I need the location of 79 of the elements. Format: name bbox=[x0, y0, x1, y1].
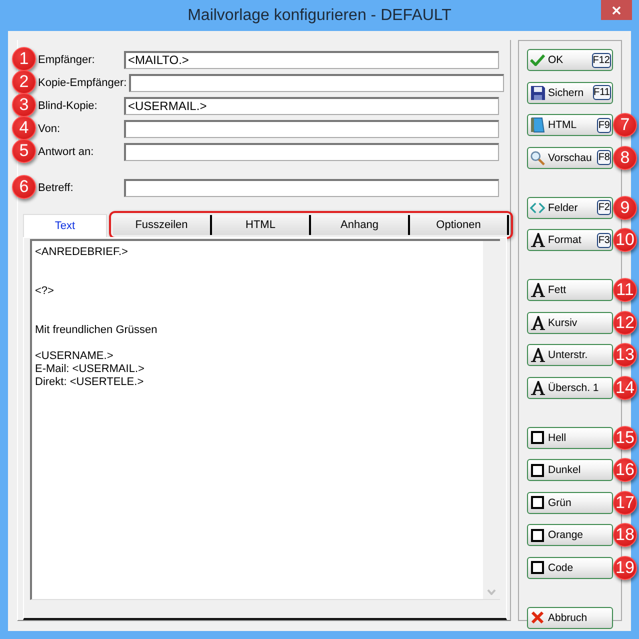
field-label: Antwort an: bbox=[38, 146, 95, 158]
toolbar-button[interactable]: Felder F2 bbox=[527, 196, 613, 218]
text-editor[interactable]: <ANREDEBRIEF.> <?> Mit freundlichen Grüssen <USERNAME.> E-Mail: <USERMAIL.> Direkt: <USERTELE.> bbox=[30, 239, 500, 600]
number-badge: 3 bbox=[12, 93, 36, 117]
input-field[interactable]: <MAILTO.> bbox=[124, 50, 499, 68]
tab[interactable]: Anhang bbox=[311, 215, 410, 235]
shortcut-key: F11 bbox=[592, 85, 611, 100]
input-field[interactable] bbox=[128, 74, 504, 92]
toolbar-button[interactable]: Sichern F11 bbox=[527, 82, 613, 104]
input-field[interactable] bbox=[124, 142, 499, 160]
toolbar-button[interactable]: HTML F9 bbox=[527, 114, 613, 136]
number-badge: 6 bbox=[12, 175, 36, 199]
number-badge: 19 bbox=[613, 556, 637, 580]
font-icon bbox=[530, 380, 544, 394]
number-badge: 12 bbox=[613, 310, 637, 334]
number-badge: 9 bbox=[613, 196, 637, 220]
square-icon bbox=[531, 528, 544, 542]
close-button[interactable] bbox=[601, 0, 632, 20]
font-icon bbox=[530, 283, 544, 297]
number-badge: 15 bbox=[613, 426, 637, 450]
number-badge: 1 bbox=[12, 47, 36, 71]
close-icon bbox=[612, 6, 621, 14]
input-field[interactable] bbox=[124, 178, 499, 196]
toolbar-button[interactable]: Abbruch bbox=[527, 606, 613, 628]
number-badge: 14 bbox=[613, 376, 637, 400]
toolbar-button[interactable]: Kursiv bbox=[527, 312, 613, 334]
number-badge: 17 bbox=[613, 490, 637, 514]
toolbar-button[interactable]: OK F12 bbox=[527, 49, 613, 71]
shortcut-key: F12 bbox=[592, 52, 611, 68]
tab[interactable]: HTML bbox=[212, 215, 311, 235]
number-badge: 13 bbox=[613, 343, 637, 367]
tab[interactable]: Optionen bbox=[410, 215, 509, 235]
input-field[interactable]: <USERMAIL.> bbox=[124, 96, 499, 114]
shortcut-key: F9 bbox=[597, 118, 611, 132]
square-icon bbox=[531, 464, 544, 476]
message-body: <ANREDEBRIEF.> <?> Mit freundlichen Grüssen <USERNAME.> E-Mail: <USERMAIL.> Direkt: <USERTELE.> bbox=[34, 245, 158, 390]
field-label: Betreff: bbox=[38, 182, 74, 194]
number-badge: 2 bbox=[12, 70, 36, 94]
scroll-down-icon bbox=[487, 589, 496, 595]
toolbar-button[interactable]: Hell bbox=[527, 426, 613, 448]
toolbar-button[interactable]: Dunkel bbox=[527, 459, 613, 481]
toolbar-button[interactable]: Vorschau F8 bbox=[527, 146, 613, 168]
field-label: Empfänger: bbox=[38, 54, 96, 66]
toolbar-button[interactable]: Übersch. 1 bbox=[527, 376, 613, 398]
magnifier-icon bbox=[530, 150, 545, 166]
number-badge: 5 bbox=[12, 139, 36, 163]
number-badge: 18 bbox=[613, 523, 637, 547]
number-badge: 7 bbox=[613, 113, 637, 137]
field-label: Blind-Kopie: bbox=[38, 100, 98, 112]
square-icon bbox=[531, 561, 544, 574]
tab[interactable]: Fusszeilen bbox=[113, 215, 212, 235]
notebook-icon bbox=[530, 117, 544, 133]
number-badge: 11 bbox=[613, 278, 637, 302]
shortcut-key: F2 bbox=[597, 200, 611, 215]
check-icon bbox=[530, 54, 545, 66]
field-label: Von: bbox=[38, 122, 62, 134]
angle-brackets-icon bbox=[530, 202, 545, 214]
number-badge: 10 bbox=[613, 228, 637, 252]
toolbar-button[interactable]: Code bbox=[527, 556, 613, 578]
field-label: Kopie-Empfänger: bbox=[38, 76, 127, 88]
shortcut-key: F8 bbox=[597, 150, 611, 165]
square-icon bbox=[531, 496, 544, 509]
number-badge: 4 bbox=[12, 116, 36, 140]
window-title: Mailvorlage konfigurieren - DEFAULT bbox=[186, 6, 452, 26]
font-icon bbox=[530, 316, 544, 330]
font-icon bbox=[530, 348, 544, 362]
tab[interactable]: Text bbox=[23, 214, 107, 237]
shortcut-key: F3 bbox=[597, 232, 611, 248]
toolbar-button[interactable]: Unterstr. bbox=[527, 344, 613, 366]
toolbar-button[interactable]: Fett bbox=[527, 279, 613, 301]
input-field[interactable] bbox=[124, 120, 499, 138]
toolbar-button[interactable]: Format F3 bbox=[527, 229, 613, 251]
toolbar-button[interactable]: Grün bbox=[527, 492, 613, 514]
number-badge: 8 bbox=[613, 146, 637, 170]
cancel-icon bbox=[531, 611, 544, 624]
number-badge: 16 bbox=[613, 458, 637, 482]
square-icon bbox=[531, 431, 544, 444]
font-icon bbox=[530, 233, 544, 247]
toolbar-button[interactable]: Orange bbox=[527, 524, 613, 546]
